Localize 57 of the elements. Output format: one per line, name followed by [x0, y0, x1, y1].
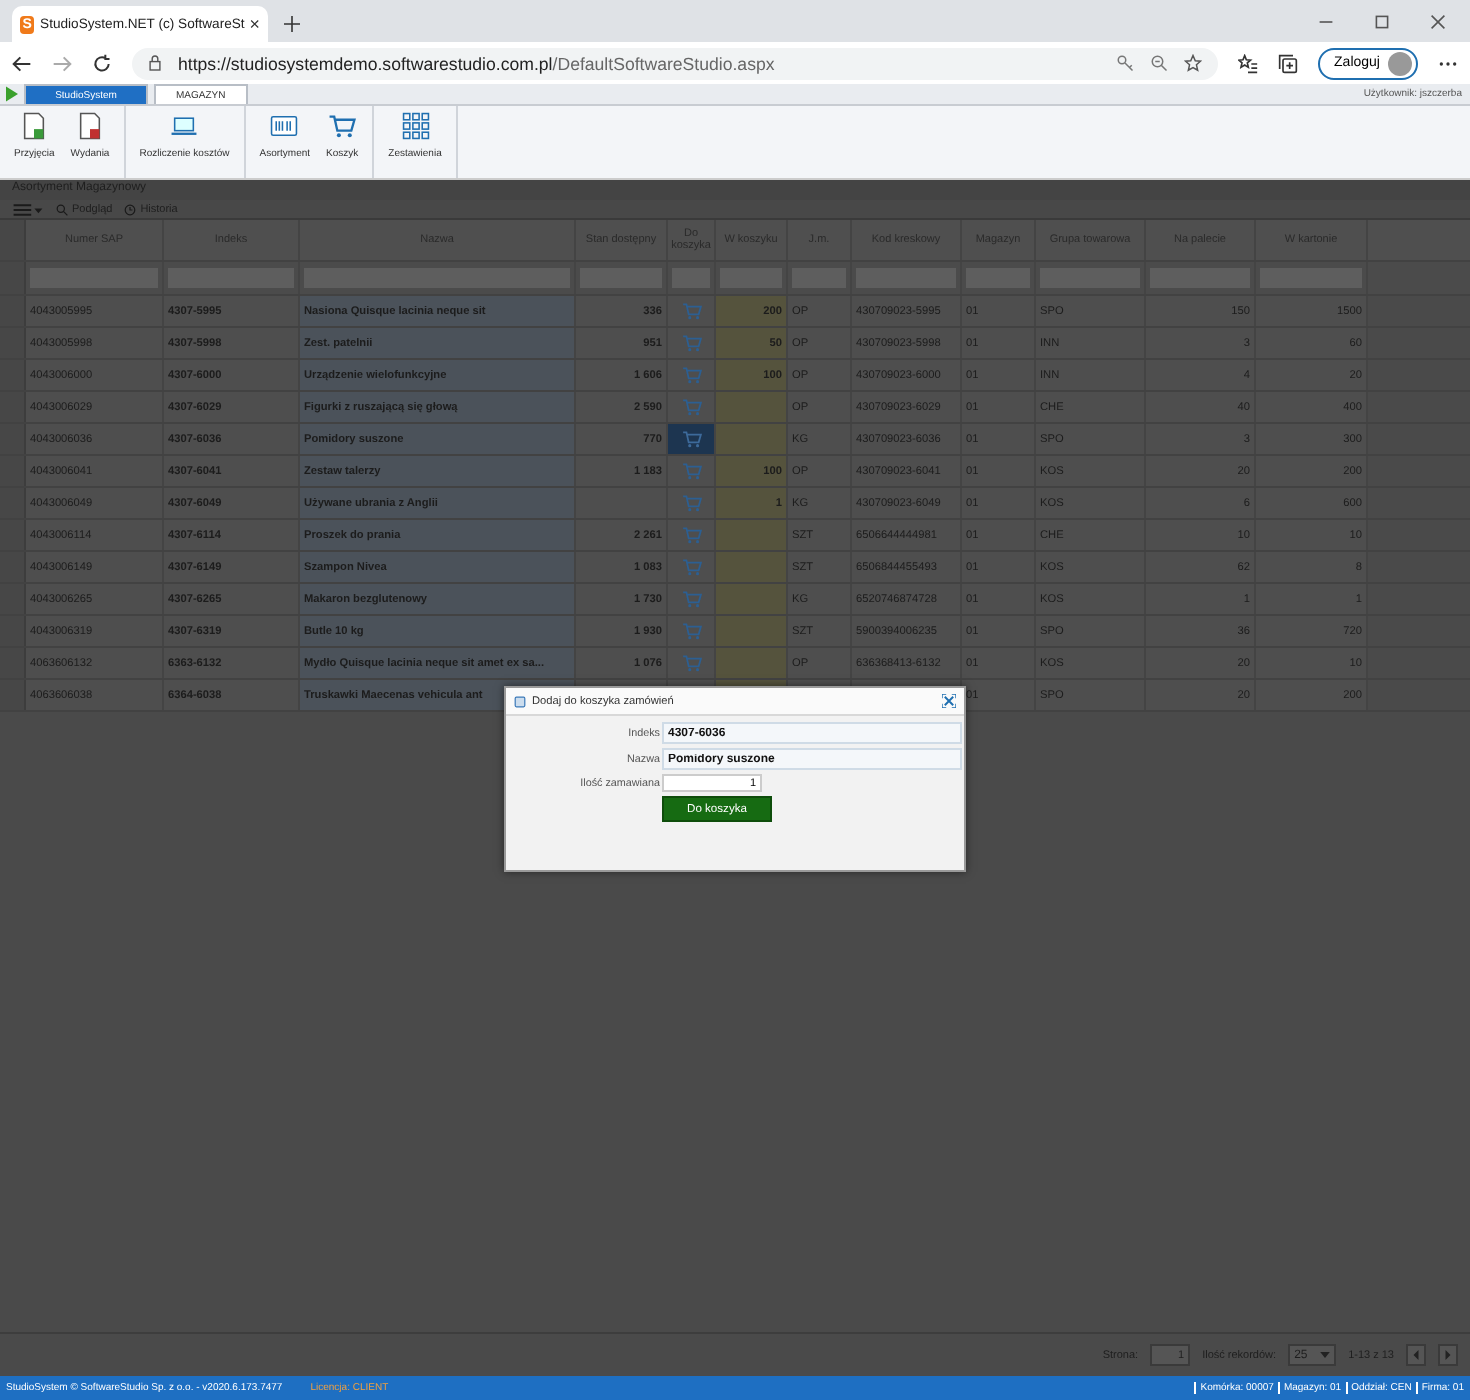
search-icon: [56, 203, 68, 215]
favorites-icon[interactable]: [1238, 53, 1259, 73]
play-icon[interactable]: [6, 86, 18, 102]
close-tab-icon[interactable]: [250, 18, 260, 30]
new-tab-icon[interactable]: [284, 16, 300, 32]
cart-icon[interactable]: [681, 622, 701, 640]
key-icon[interactable]: [1116, 54, 1135, 72]
cart-icon[interactable]: [681, 302, 701, 320]
collections-icon[interactable]: [1278, 53, 1299, 73]
cart-icon[interactable]: [681, 590, 701, 608]
cart-icon[interactable]: [681, 558, 701, 576]
cart-cell[interactable]: [668, 392, 716, 422]
refresh-icon[interactable]: [92, 53, 112, 73]
cart-cell[interactable]: [668, 456, 716, 486]
cart-cell[interactable]: [668, 488, 716, 518]
cart-icon[interactable]: [681, 654, 701, 672]
cart-cell[interactable]: [668, 360, 716, 390]
next-page-button[interactable]: [1438, 1344, 1458, 1366]
url-text: https://studiosystemdemo.softwarestudio.com.pl/DefaultSoftwareStudio.aspx: [178, 53, 777, 73]
cart-icon[interactable]: [681, 366, 701, 384]
right-arrow-icon: [1444, 1350, 1452, 1360]
barcode-icon: [270, 112, 299, 140]
cart-cell[interactable]: [668, 328, 716, 358]
cart-cell[interactable]: [668, 552, 716, 582]
star-icon[interactable]: [1184, 54, 1203, 72]
window-icon: [514, 695, 526, 707]
previous-page-button[interactable]: [1406, 1344, 1426, 1366]
back-icon[interactable]: [12, 53, 32, 73]
zoom-out-icon[interactable]: [1150, 54, 1169, 72]
menu-icon[interactable]: [12, 201, 44, 217]
cart-cell[interactable]: [668, 520, 716, 550]
left-arrow-icon: [1412, 1350, 1420, 1360]
cart-icon[interactable]: [681, 526, 701, 544]
caret-icon: [1320, 1352, 1331, 1358]
clock-icon: [124, 203, 137, 215]
address-bar[interactable]: https://studiosystemdemo.softwarestudio.com.pl/DefaultSoftwareStudio.aspx: [132, 47, 1219, 79]
cart-icon[interactable]: [681, 430, 701, 448]
grid-icon: [401, 112, 430, 140]
cart-cell[interactable]: [668, 296, 716, 326]
laptop-icon: [170, 112, 199, 140]
cart-icon[interactable]: [681, 334, 701, 352]
cart-cell[interactable]: [668, 648, 716, 678]
document-icon: [76, 112, 104, 140]
lock-icon: [148, 54, 162, 72]
close-icon[interactable]: [942, 694, 956, 708]
cart-icon[interactable]: [681, 398, 701, 416]
cart-icon[interactable]: [681, 494, 701, 512]
close-icon[interactable]: [1430, 14, 1446, 30]
avatar-icon: [1388, 51, 1412, 75]
cart-icon[interactable]: [681, 462, 701, 480]
cart-cell[interactable]: [668, 424, 716, 454]
cart-icon: [328, 112, 357, 140]
document-icon: [20, 112, 49, 140]
forward-icon[interactable]: [52, 53, 72, 73]
maximize-icon[interactable]: [1374, 14, 1390, 30]
cart-cell[interactable]: [668, 584, 716, 614]
cart-cell[interactable]: [668, 616, 716, 646]
